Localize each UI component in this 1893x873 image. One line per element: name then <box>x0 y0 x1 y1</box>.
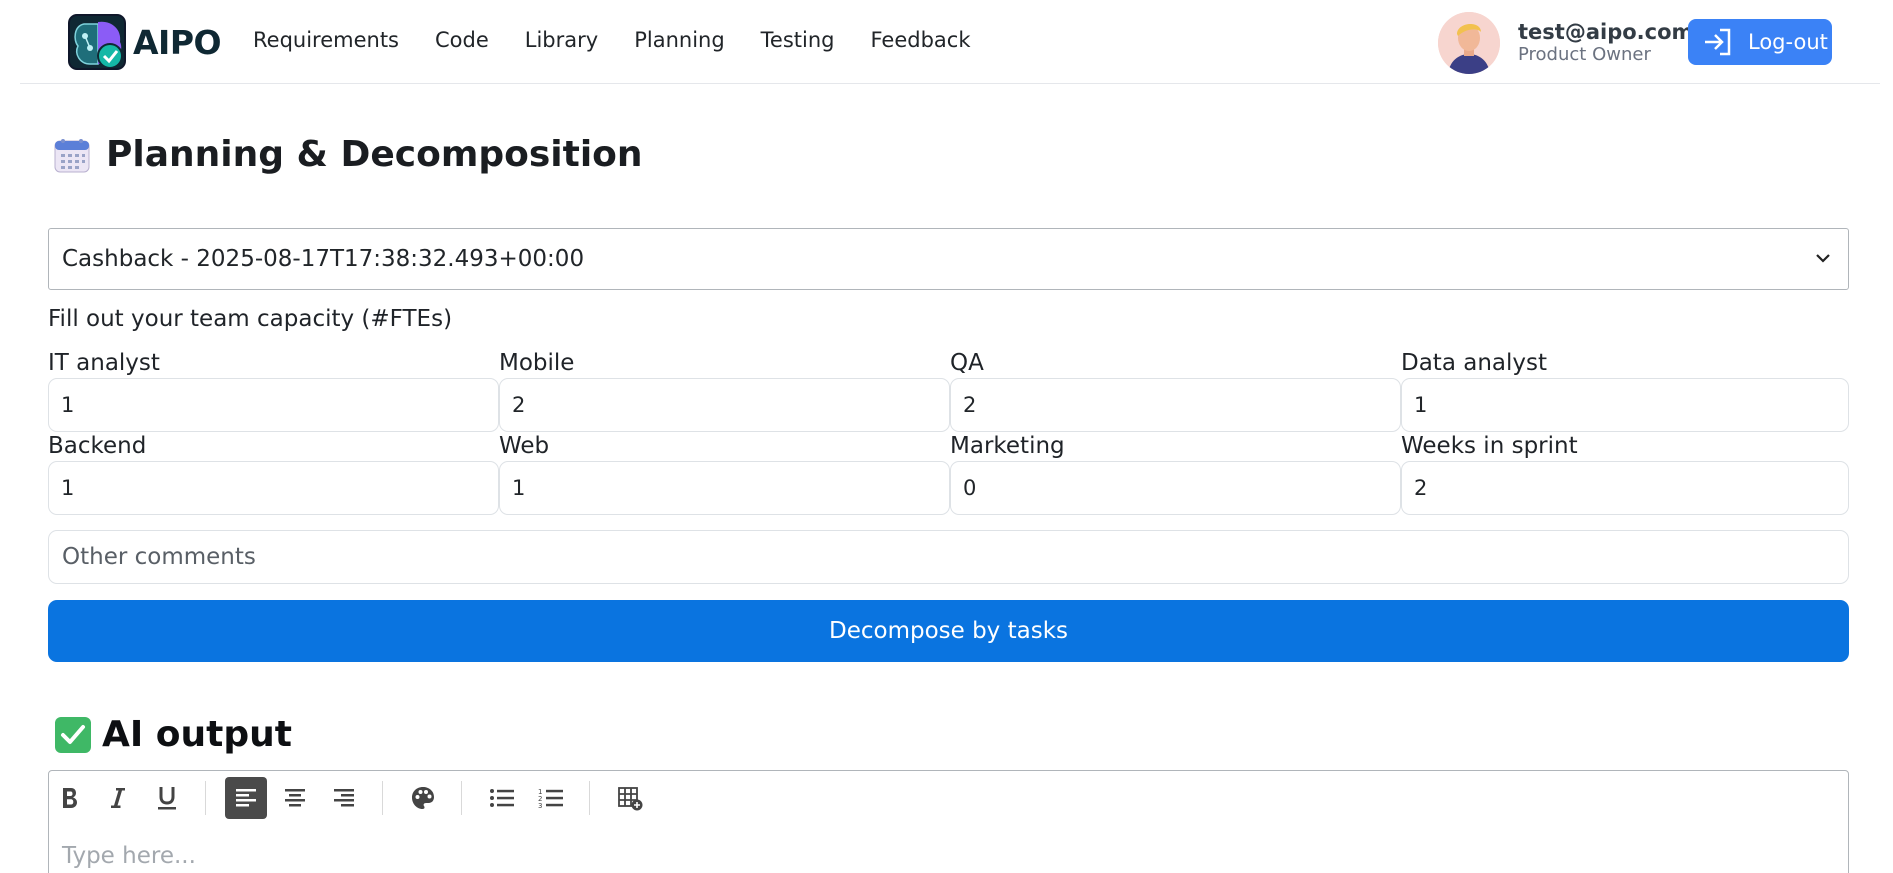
user-role: Product Owner <box>1518 44 1651 65</box>
field-label-qa: QA <box>950 350 984 376</box>
capacity-label: Fill out your team capacity (#FTEs) <box>48 306 453 332</box>
palette-icon[interactable] <box>402 777 444 819</box>
it-analyst-input[interactable]: 1 <box>48 378 499 432</box>
logout-label: Log-out <box>1748 30 1828 54</box>
chevron-down-icon <box>1816 254 1830 263</box>
top-header: AIPO Requirements Code Library Planning … <box>20 0 1880 84</box>
field-label-backend: Backend <box>48 433 147 459</box>
data-analyst-input[interactable]: 1 <box>1401 378 1849 432</box>
field-label-weeks-in-sprint: Weeks in sprint <box>1401 433 1578 459</box>
app-logo[interactable]: AIPO <box>68 14 222 70</box>
svg-text:3: 3 <box>538 802 542 809</box>
check-box-icon <box>55 716 91 753</box>
rich-text-editor[interactable]: 123 Type here... <box>48 770 1849 873</box>
user-email: test@aipo.com <box>1518 20 1694 44</box>
field-label-mobile: Mobile <box>499 350 575 376</box>
backend-input[interactable]: 1 <box>48 461 499 515</box>
logout-icon <box>1705 28 1731 56</box>
align-center-icon[interactable] <box>274 777 316 819</box>
main-nav: Requirements Code Library Planning Testi… <box>253 28 1007 52</box>
toolbar-divider <box>382 781 383 815</box>
qa-input[interactable]: 2 <box>950 378 1401 432</box>
align-right-icon[interactable] <box>323 777 365 819</box>
nav-requirements[interactable]: Requirements <box>253 28 399 52</box>
toolbar-divider <box>461 781 462 815</box>
other-comments-input[interactable]: Other comments <box>48 530 1849 584</box>
marketing-input[interactable]: 0 <box>950 461 1401 515</box>
calendar-icon <box>54 138 90 172</box>
user-info: test@aipo.com Product Owner <box>1438 12 1693 74</box>
nav-planning[interactable]: Planning <box>634 28 724 52</box>
page-title: Planning & Decomposition <box>106 134 643 175</box>
field-label-data-analyst: Data analyst <box>1401 350 1547 376</box>
field-label-web: Web <box>499 433 550 459</box>
weeks-in-sprint-input[interactable]: 2 <box>1401 461 1849 515</box>
ai-output-title-row: AI output <box>54 714 292 755</box>
ai-output-title: AI output <box>102 714 292 755</box>
requirement-select-value: Cashback - 2025-08-17T17:38:32.493+00:00 <box>62 246 585 272</box>
web-input[interactable]: 1 <box>499 461 950 515</box>
decompose-button[interactable]: Decompose by tasks <box>48 600 1849 662</box>
nav-code[interactable]: Code <box>435 28 489 52</box>
align-left-icon[interactable] <box>225 777 267 819</box>
nav-library[interactable]: Library <box>525 28 598 52</box>
numbered-list-icon[interactable]: 123 <box>530 777 572 819</box>
avatar[interactable] <box>1438 12 1500 74</box>
italic-icon[interactable] <box>97 777 139 819</box>
nav-feedback[interactable]: Feedback <box>871 28 971 52</box>
field-label-it-analyst: IT analyst <box>48 350 160 376</box>
nav-testing[interactable]: Testing <box>761 28 835 52</box>
requirement-select[interactable]: Cashback - 2025-08-17T17:38:32.493+00:00 <box>48 228 1849 290</box>
bulleted-list-icon[interactable] <box>481 777 523 819</box>
insert-table-icon[interactable] <box>609 777 651 819</box>
field-label-marketing: Marketing <box>950 433 1065 459</box>
mobile-input[interactable]: 2 <box>499 378 950 432</box>
bold-icon[interactable] <box>49 777 91 819</box>
editor-toolbar: 123 <box>49 771 1848 823</box>
page-title-row: Planning & Decomposition <box>52 134 643 175</box>
toolbar-divider <box>205 781 206 815</box>
brand-name: AIPO <box>133 22 222 62</box>
logout-button[interactable]: Log-out <box>1688 19 1832 65</box>
toolbar-divider <box>589 781 590 815</box>
brain-check-logo-icon <box>68 14 126 70</box>
underline-icon[interactable] <box>146 777 188 819</box>
editor-placeholder: Type here... <box>62 843 196 869</box>
